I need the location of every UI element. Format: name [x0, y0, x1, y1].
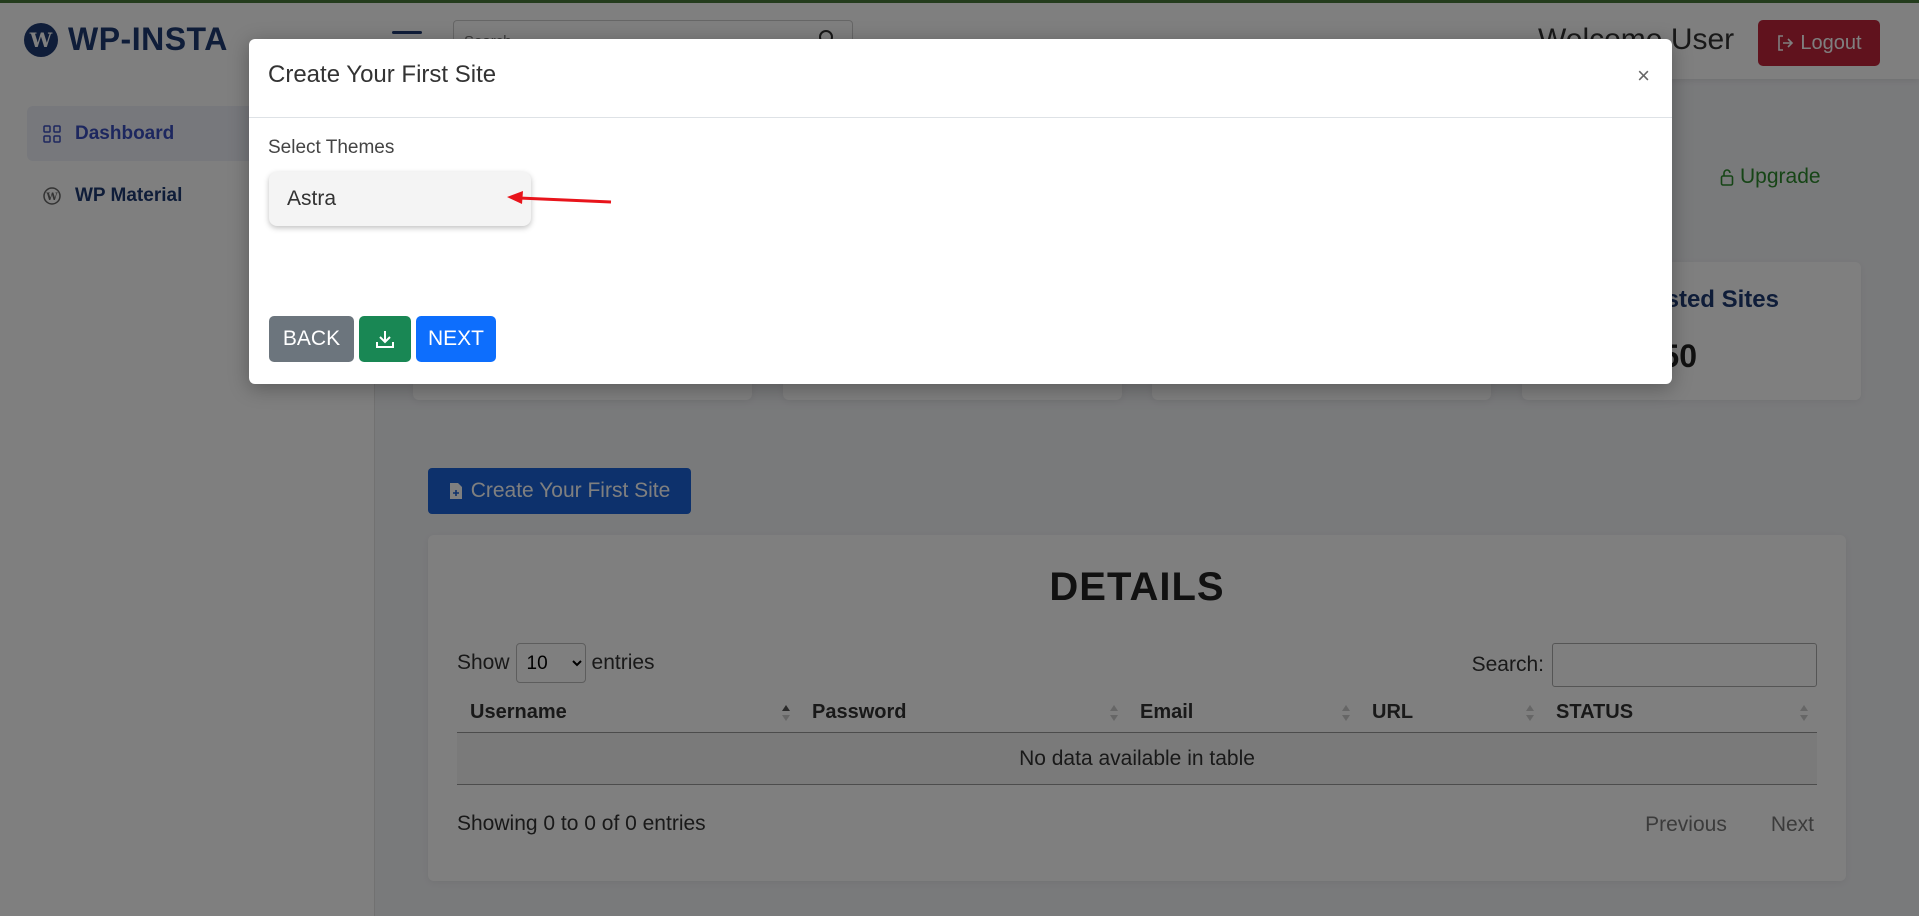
select-themes-label: Select Themes	[268, 137, 395, 158]
modal-header: Create Your First Site ×	[249, 39, 1672, 118]
next-button[interactable]: NEXT	[416, 316, 496, 362]
create-site-modal: Create Your First Site × Select Themes A…	[249, 39, 1672, 384]
red-arrow-annotation-icon	[507, 191, 612, 204]
download-button[interactable]	[359, 316, 411, 362]
download-icon	[376, 331, 394, 348]
theme-option-astra[interactable]: Astra	[269, 172, 531, 226]
close-icon[interactable]: ×	[1637, 65, 1650, 87]
modal-title: Create Your First Site	[268, 61, 497, 88]
back-button[interactable]: BACK	[269, 316, 354, 362]
